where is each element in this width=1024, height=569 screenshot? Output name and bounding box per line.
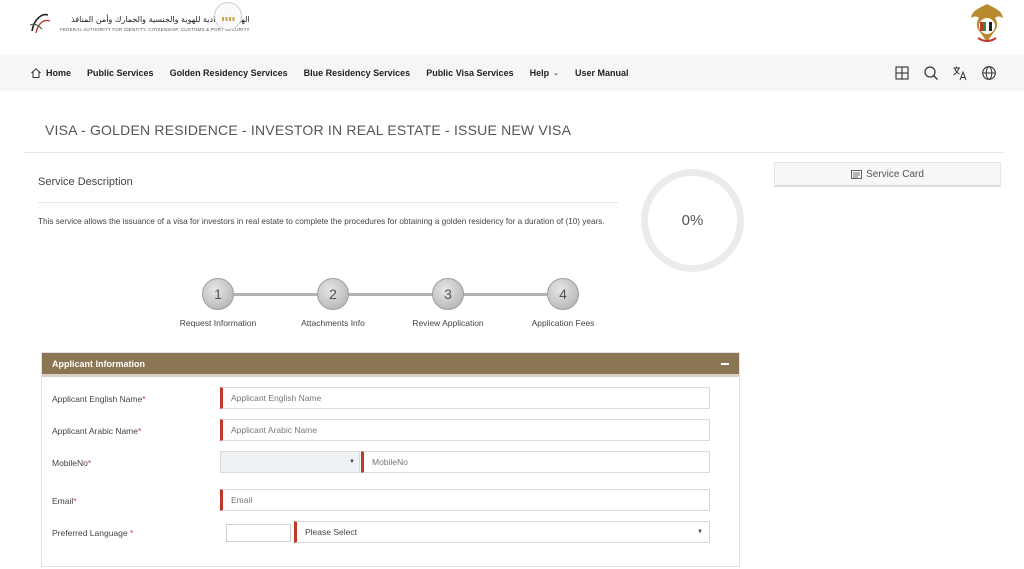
field-placeholder: Applicant Arabic Name — [231, 425, 317, 435]
nav-item-label: Help — [529, 68, 550, 78]
step-number: 3 — [432, 278, 464, 310]
nav-item-public-visa-services[interactable]: Public Visa Services — [426, 68, 513, 78]
step-number: 2 — [317, 278, 349, 310]
divider — [24, 152, 1004, 153]
nav-item-user-manual[interactable]: User Manual — [575, 68, 629, 78]
caret-down-icon: ▼ — [349, 459, 355, 465]
nav-item-label: Public Visa Services — [426, 68, 514, 78]
service-card-button[interactable]: Service Card — [774, 162, 1001, 187]
search-icon[interactable] — [923, 65, 939, 81]
chevron-down-icon: ⌄ — [553, 70, 559, 77]
nav-item-public-services[interactable]: Public Services — [87, 68, 154, 78]
step-label: Review Application — [412, 318, 484, 328]
service-description-text: This service allows the issuance of a vi… — [38, 217, 605, 226]
field-placeholder: Applicant English Name — [231, 393, 322, 403]
step-number: 4 — [547, 278, 579, 310]
home-icon — [31, 68, 41, 78]
authority-logo-mark-icon — [29, 13, 51, 34]
page-title: VISA - GOLDEN RESIDENCE - INVESTOR IN RE… — [45, 122, 572, 138]
main-navigation: Home Public Services Golden Residency Se… — [0, 55, 1024, 91]
step-request-information[interactable]: 1 Request Information — [168, 278, 268, 328]
nav-item-label: Golden Residency Services — [169, 68, 288, 78]
arabic-name-field[interactable]: Applicant Arabic Name — [220, 419, 710, 441]
required-mark: * — [129, 528, 134, 538]
email-label: Email* — [52, 496, 77, 506]
translate-icon[interactable] — [952, 65, 968, 81]
selected-value: Please Select — [305, 527, 357, 537]
progress-percentage: 0% — [681, 212, 704, 229]
caret-down-icon: ▼ — [697, 529, 703, 535]
panel-header[interactable]: Applicant Information — [42, 353, 739, 377]
preferred-language-label: Preferred Language * — [52, 528, 133, 538]
uae-emblem-icon — [971, 4, 1003, 42]
step-label: Application Fees — [531, 318, 595, 328]
arabic-name-label: Applicant Arabic Name* — [52, 426, 141, 436]
applicant-information-panel: Applicant Information Applicant English … — [41, 352, 740, 567]
field-label-text: Preferred Language — [52, 528, 130, 538]
step-application-fees[interactable]: 4 Application Fees — [513, 278, 613, 328]
required-mark: * — [142, 394, 146, 404]
email-field[interactable]: Email — [220, 489, 710, 511]
service-description-heading: Service Description — [38, 176, 133, 188]
nav-item-help[interactable]: Help ⌄ — [530, 68, 559, 78]
nav-item-label: Public Services — [87, 68, 154, 78]
field-label-text: MobileNo — [52, 458, 88, 468]
field-label-text: Applicant English Name — [52, 394, 143, 404]
top-header: الهيئة الاتحادية للهوية والجنسية والجمار… — [0, 0, 1024, 52]
required-mark: * — [87, 458, 92, 468]
step-label: Attachments Info — [301, 318, 365, 328]
field-label-text: Applicant Arabic Name — [52, 426, 138, 436]
nav-item-label: Home — [46, 68, 72, 78]
nav-item-label: User Manual — [574, 68, 629, 78]
language-code-box[interactable] — [226, 524, 291, 542]
step-attachments-info[interactable]: 2 Attachments Info — [283, 278, 383, 328]
nav-item-home[interactable]: Home — [30, 67, 71, 79]
preferred-language-select[interactable]: Please Select ▼ — [294, 521, 710, 543]
panel-title: Applicant Information — [52, 359, 145, 369]
english-name-field[interactable]: Applicant English Name — [220, 387, 710, 409]
step-label: Request Information — [179, 318, 257, 328]
mobile-number-field[interactable]: MobileNo — [361, 451, 710, 473]
field-placeholder: MobileNo — [372, 457, 408, 467]
service-card-label: Service Card — [866, 168, 924, 180]
country-code-select[interactable]: ▼ — [220, 451, 360, 473]
field-label-text: Email — [52, 496, 74, 506]
required-mark: * — [73, 496, 77, 506]
nav-item-golden-residency-services[interactable]: Golden Residency Services — [170, 68, 288, 78]
collapse-icon[interactable] — [721, 363, 729, 365]
steps-connector — [218, 293, 563, 296]
nav-item-blue-residency-services[interactable]: Blue Residency Services — [304, 68, 411, 78]
step-number: 1 — [202, 278, 234, 310]
globe-icon[interactable] — [981, 65, 997, 81]
required-mark: * — [138, 426, 142, 436]
mobile-label: MobileNo* — [52, 458, 91, 468]
divider — [38, 202, 618, 203]
grid-icon[interactable] — [894, 65, 910, 81]
quality-badge-icon — [214, 2, 242, 30]
english-name-label: Applicant English Name* — [52, 394, 146, 404]
card-icon — [851, 169, 863, 179]
step-review-application[interactable]: 3 Review Application — [398, 278, 498, 328]
progress-indicator: 0% — [641, 169, 744, 272]
nav-item-label: Blue Residency Services — [303, 68, 411, 78]
field-placeholder: Email — [231, 495, 253, 505]
